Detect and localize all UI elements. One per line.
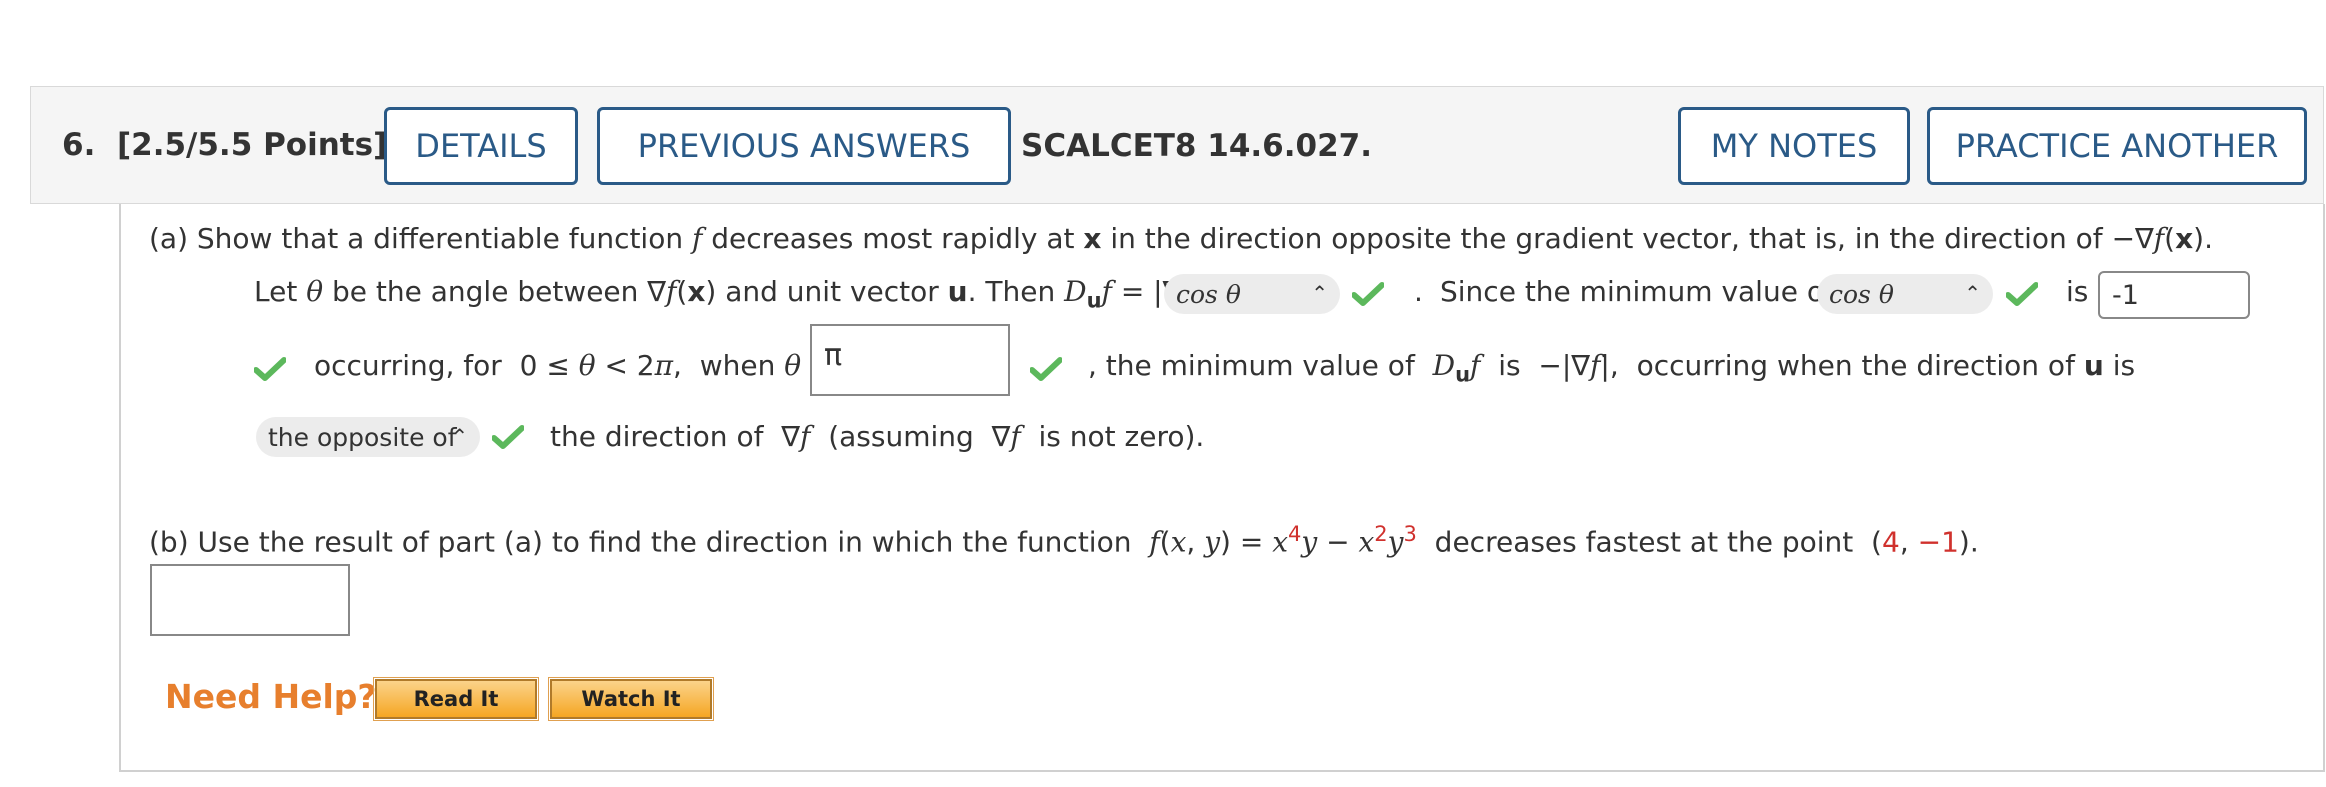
theta-input[interactable]: π [810,324,1010,396]
updown-chevron-icon: ⌃ [451,424,468,448]
direction-answer-input[interactable] [150,564,350,636]
part-a-line2-after: , the minimum value of Duf is −|∇f|, occ… [1088,349,2136,387]
part-a-line3-text: the direction of ∇f (assuming ∇f is not … [550,420,1205,453]
need-help-label: Need Help? [165,677,377,716]
updown-chevron-icon: ⌃ [1964,281,1981,305]
check-icon [492,425,524,449]
question-number-and-points: 6. [2.5/5.5 Points] [62,127,387,163]
part-a-line2-text: occurring, for 0 ≤ θ < 2π, when θ = [314,349,834,382]
part-a-prompt: (a) Show that a differentiable function … [149,222,2213,255]
part-a-line1-dot: . [1414,275,1423,308]
check-icon [2006,282,2038,306]
part-a-is-text: is [2066,275,2089,308]
select-value: the opposite of [268,422,457,452]
select-value: cos θ [1829,279,1894,309]
part-a-since-text: Since the minimum value of [1440,275,1834,308]
details-button[interactable]: DETAILS [384,107,578,185]
part-b-prompt: (b) Use the result of part (a) to find t… [149,522,1979,559]
part-a-line1-text: Let θ be the angle between ∇f(x) and uni… [254,275,1201,313]
question-points: [2.5/5.5 Points] [116,127,388,163]
question-number: 6. [62,127,96,163]
previous-answers-button[interactable]: PREVIOUS ANSWERS [597,107,1011,185]
question-code: SCALCET8 14.6.027. [1021,128,1373,164]
check-icon [1352,282,1384,306]
read-it-button[interactable]: Read It [373,677,539,721]
my-notes-button[interactable]: MY NOTES [1678,107,1910,185]
watch-it-button[interactable]: Watch It [548,677,714,721]
min-value-input[interactable]: -1 [2098,271,2250,319]
practice-another-button[interactable]: PRACTICE ANOTHER [1927,107,2307,185]
updown-chevron-icon: ⌃ [1311,281,1328,305]
cos-theta-select-1[interactable]: cos θ ⌃ [1164,274,1340,314]
cos-theta-select-2[interactable]: cos θ ⌃ [1817,274,1993,314]
direction-select[interactable]: the opposite of ⌃ [256,417,480,457]
check-icon [1030,357,1062,381]
check-icon [254,357,286,381]
question-header: 6. [2.5/5.5 Points] DETAILS PREVIOUS ANS… [30,86,2324,204]
select-value: cos θ [1176,279,1241,309]
